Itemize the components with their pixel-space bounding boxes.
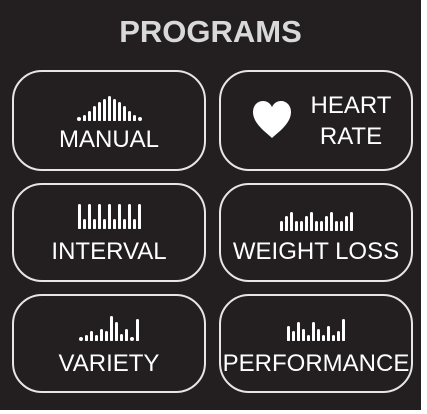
variety-label: VARIETY [58,350,160,377]
manual-profile-icon [14,91,204,121]
profile-bar [115,322,118,341]
profile-bar [334,221,338,231]
heart-rate-label-line2: RATE [319,123,383,150]
profile-bar [324,216,328,231]
profile-bar [117,102,121,121]
profile-bar [314,221,318,231]
profile-bar [317,328,320,341]
profile-bar [105,331,108,341]
profile-bar [329,212,333,231]
profile-bar [92,106,96,121]
manual-button[interactable]: MANUAL [12,70,206,171]
profile-bar [120,333,123,341]
profile-bar [107,96,111,121]
profile-bar [85,334,88,341]
profile-bar [137,204,141,229]
profile-bar [107,204,111,229]
profile-bar [112,219,116,229]
profile-bar [95,334,98,341]
profile-bar [117,204,121,229]
profile-bar [299,221,303,231]
profile-dot [76,117,81,121]
weight-loss-profile-icon [221,201,411,231]
profile-bar [339,221,343,231]
profile-bar [100,328,103,341]
weight-loss-button[interactable]: WEIGHT LOSS [219,183,413,282]
profile-bar [132,114,136,121]
profile-bar [337,331,340,341]
profile-bar [344,216,348,231]
profile-dot [137,117,142,121]
profile-bar [307,334,310,341]
profile-bar [342,318,345,341]
profile-bar [122,106,126,121]
manual-label: MANUAL [58,126,160,153]
profile-bar [319,221,323,231]
profile-bar [102,219,106,229]
programs-panel: PROGRAMS MANUAL HEART RATE INTERVAL WEIG… [0,0,421,410]
profile-bar [112,98,116,121]
profile-dot [79,337,83,341]
profile-bar [294,221,298,231]
profile-bar [312,322,315,341]
profile-bar [322,334,325,341]
programs-title: PROGRAMS [119,14,302,49]
profile-bar [297,322,300,341]
performance-label: PERFORMANCE [222,350,410,377]
performance-profile-icon [221,311,411,341]
heart-rate-label: HEART RATE [301,90,401,152]
performance-button[interactable]: PERFORMANCE [219,294,413,393]
profile-bar [349,212,353,231]
profile-bar [292,331,295,341]
profile-bar [92,219,96,229]
heart-icon [251,99,293,141]
profile-bar [332,334,335,341]
weight-loss-label: WEIGHT LOSS [232,238,400,265]
heart-rate-button[interactable]: HEART RATE [219,70,413,171]
profile-bar [279,221,283,231]
profile-bar [87,111,91,121]
profile-dot [130,337,134,341]
profile-bar [136,318,139,341]
profile-bar [132,219,136,229]
variety-profile-icon [14,311,204,341]
profile-bar [122,219,126,229]
profile-bar [82,114,86,121]
profile-bar [97,102,101,121]
profile-bar [110,316,113,341]
profile-bar [97,204,101,229]
profile-bar [90,331,93,341]
variety-button[interactable]: VARIETY [12,294,206,393]
profile-bar [102,98,106,121]
profile-bar [87,204,91,229]
interval-label: INTERVAL [51,238,167,265]
profile-bar [287,326,290,341]
interval-button[interactable]: INTERVAL [12,183,206,282]
profile-bar [289,212,293,231]
profile-bar [125,328,128,341]
profile-bar [77,204,81,229]
profile-bar [82,219,86,229]
profile-bar [304,216,308,231]
profile-bar [284,216,288,231]
profile-bar [302,328,305,341]
profile-bar [327,326,330,341]
heart-rate-label-line1: HEART [310,92,392,119]
interval-profile-icon [14,199,204,229]
profile-bar [127,204,131,229]
profile-bar [127,111,131,121]
profile-bar [309,212,313,231]
